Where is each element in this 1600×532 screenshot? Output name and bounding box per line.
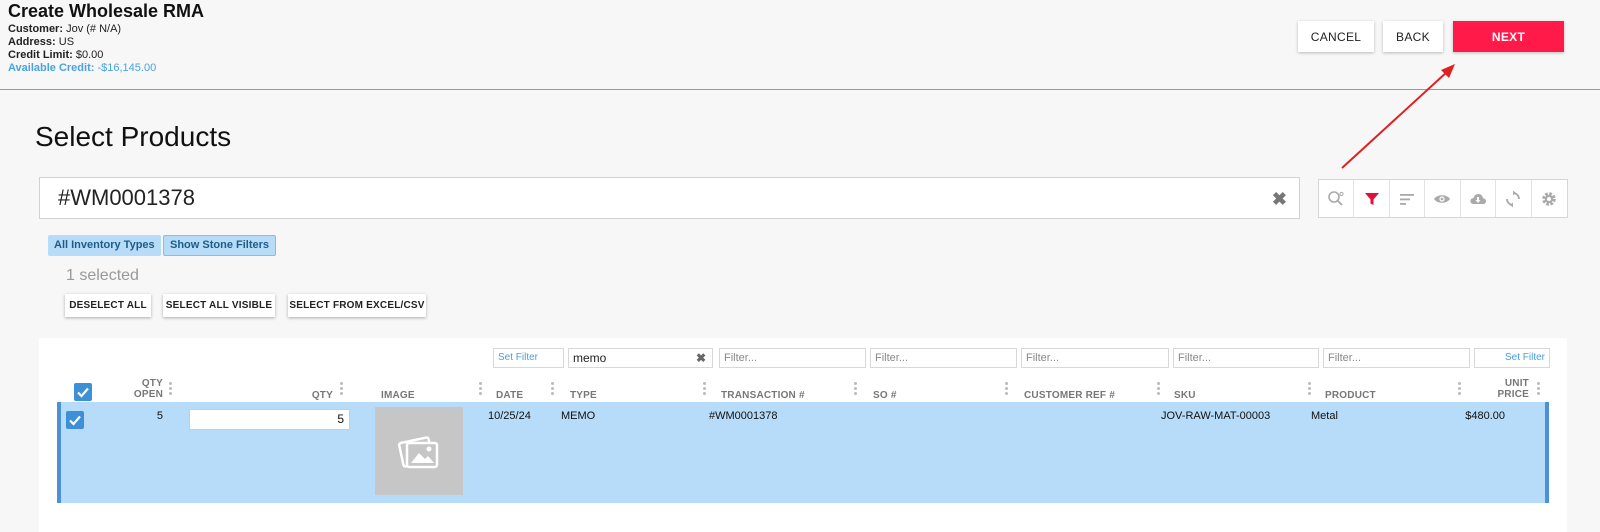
header-unit-price[interactable]: UNIT PRICE [1479,378,1529,400]
header-type[interactable]: TYPE [570,390,597,401]
column-menu-icon[interactable] [703,382,706,396]
cell-product: Metal [1311,410,1338,422]
cell-date: 10/25/24 [488,410,531,422]
transaction-filter-input[interactable]: Filter... [719,348,866,368]
page-header: Create Wholesale RMA Customer: Jov (# N/… [0,0,1600,90]
header-qty-open[interactable]: QTY OPEN [119,378,163,400]
customer-info: Customer: Jov (# N/A) [8,23,122,35]
clear-search-icon[interactable]: ✖ [1272,189,1287,210]
back-button[interactable]: BACK [1383,21,1443,52]
column-menu-icon[interactable] [1537,382,1540,396]
cell-unit-price: $480.00 [1465,410,1505,422]
search-options-icon[interactable] [1319,180,1355,217]
credit-limit-info: Credit Limit: $0.00 [8,49,104,61]
column-menu-icon[interactable] [340,382,343,396]
app-root: Create Wholesale RMA Customer: Jov (# N/… [0,0,1600,532]
products-grid: Set Filter memo ✖ Filter... Filter... Fil… [39,338,1567,532]
header-so[interactable]: SO # [873,390,897,401]
header-customer-ref[interactable]: CUSTOMER REF # [1024,390,1115,401]
column-menu-icon[interactable] [169,382,172,396]
select-from-excel-button[interactable]: SELECT FROM EXCEL/CSV [288,294,426,317]
column-menu-icon[interactable] [551,382,554,396]
column-menu-icon[interactable] [854,382,857,396]
all-inventory-types-chip[interactable]: All Inventory Types [48,235,161,256]
sku-filter-input[interactable]: Filter... [1173,348,1319,368]
set-filter-right[interactable]: Set Filter [1474,348,1550,368]
deselect-all-button[interactable]: DESELECT ALL [65,294,151,317]
header-image[interactable]: IMAGE [381,390,415,401]
so-filter-input[interactable]: Filter... [870,348,1017,368]
header-transaction[interactable]: TRANSACTION # [721,390,805,401]
qty-input[interactable]: 5 [189,409,350,430]
column-menu-icon[interactable] [1308,382,1311,396]
sort-icon[interactable] [1390,180,1426,217]
product-filter-input[interactable]: Filter... [1323,348,1470,368]
header-sku[interactable]: SKU [1174,390,1196,401]
cell-transaction: #WM0001378 [709,410,778,422]
section-title: Select Products [35,121,232,152]
table-row[interactable]: 5 5 10/25/24 MEMO #WM0001378 JOV-RAW-MAT… [57,402,1549,503]
header-qty[interactable]: QTY [289,390,333,401]
gear-icon[interactable] [1532,180,1567,217]
product-image-placeholder [375,407,463,495]
cell-type: MEMO [561,410,596,422]
cancel-button[interactable]: CANCEL [1298,21,1374,52]
column-menu-icon[interactable] [1157,382,1160,396]
select-all-checkbox[interactable] [74,383,92,401]
refresh-icon[interactable] [1496,180,1532,217]
search-box: ✖ [39,177,1300,219]
cell-qty-open: 5 [156,410,163,422]
header-date[interactable]: DATE [496,390,523,401]
select-all-visible-button[interactable]: SELECT ALL VISIBLE [163,294,275,317]
row-checkbox[interactable] [66,411,84,429]
column-menu-icon[interactable] [1005,382,1008,396]
filter-icon[interactable] [1354,180,1390,217]
image-icon [397,436,439,469]
set-filter-left[interactable]: Set Filter [493,348,564,368]
column-menu-icon[interactable] [479,382,482,396]
search-input[interactable] [58,184,1238,212]
eye-icon[interactable] [1425,180,1461,217]
address-info: Address: US [8,36,75,48]
grid-toolbar [1318,179,1568,218]
page-title: Create Wholesale RMA [8,1,205,21]
type-filter-input[interactable]: memo ✖ [568,348,713,368]
cloud-download-icon[interactable] [1461,180,1497,217]
column-menu-icon[interactable] [1458,382,1461,396]
show-stone-filters-chip[interactable]: Show Stone Filters [163,235,277,256]
header-product[interactable]: PRODUCT [1325,390,1376,401]
customer-ref-filter-input[interactable]: Filter... [1021,348,1169,368]
next-button[interactable]: NEXT [1453,21,1564,52]
cell-sku: JOV-RAW-MAT-00003 [1161,410,1271,422]
available-credit-info: Available Credit: -$16,145.00 [8,62,157,74]
selected-count: 1 selected [66,267,139,284]
clear-filter-icon[interactable]: ✖ [696,349,706,367]
